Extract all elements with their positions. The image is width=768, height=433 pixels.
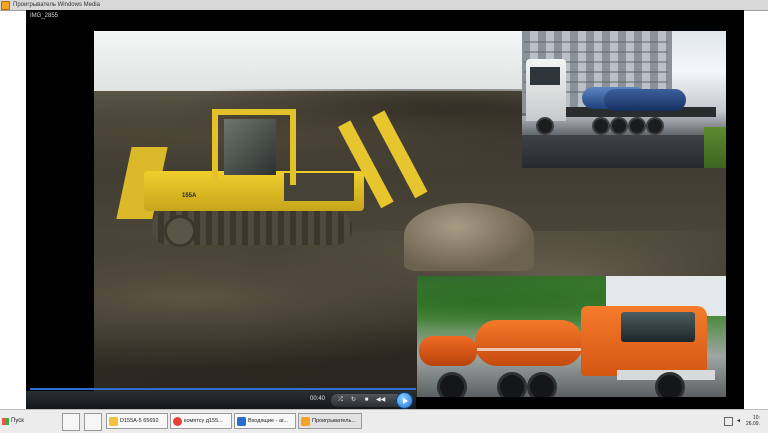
shuffle-icon[interactable]: ⤮: [337, 397, 344, 404]
bulldozer-sprocket: [164, 215, 196, 247]
media-player-icon: [301, 416, 310, 426]
tanker-windshield: [621, 312, 695, 342]
play-icon: [403, 397, 408, 404]
start-label: Пуск: [11, 418, 24, 424]
repeat-icon[interactable]: ↻: [350, 397, 357, 404]
truck-windshield: [530, 67, 560, 85]
window-title: Проигрыватель Windows Media: [13, 2, 100, 8]
fuel-tanker-photo: [417, 276, 726, 397]
taskbar-item[interactable]: Входящие - аг...: [234, 413, 296, 429]
chrome-icon: [173, 416, 182, 426]
blue-pipe: [604, 89, 686, 111]
elapsed-time: 00:40: [310, 396, 326, 402]
previous-icon[interactable]: ◀◀: [376, 397, 385, 404]
windows-flag-icon: [2, 417, 9, 425]
truck-tire: [646, 117, 664, 135]
truck-tire: [536, 117, 554, 135]
stop-icon[interactable]: ■: [363, 397, 370, 404]
pipe-truck-photo: [522, 31, 726, 168]
clock-date: 26.09.: [746, 421, 760, 427]
tanker-wheel: [497, 372, 527, 397]
truck-tire: [628, 117, 646, 135]
roadside-grass: [704, 127, 726, 168]
bulldozer: 155A: [116, 109, 428, 279]
media-player-window: IMG_2855 155A 00:40 ⤮ ↻ ■ ◀◀: [26, 10, 744, 409]
show-desktop-icon[interactable]: [62, 413, 80, 431]
truck-tire: [592, 117, 610, 135]
bulldozer-rops-frame: [212, 109, 296, 185]
taskbar-item[interactable]: D155A-5 65692: [106, 413, 168, 429]
video-display[interactable]: 155A: [94, 31, 726, 397]
fuel-tank: [475, 320, 583, 366]
taskbar-item-label: комятсу д155...: [184, 418, 223, 424]
bulldozer-model-badge: 155A: [182, 193, 197, 199]
start-button[interactable]: Пуск: [2, 413, 28, 429]
play-button[interactable]: [396, 392, 413, 409]
clay-pile: [404, 203, 534, 271]
taskbar: Пуск D155A-5 65692 комятсу д155... Входя…: [0, 409, 768, 433]
media-player-icon: [1, 0, 10, 10]
now-playing-title: IMG_2855: [30, 13, 59, 19]
folder-icon: [109, 416, 118, 426]
tanker-wheel: [655, 372, 685, 397]
tanker-wheel: [437, 372, 467, 397]
playback-controls: 00:40 ⤮ ↻ ■ ◀◀: [26, 391, 416, 409]
tanker-wheel: [527, 372, 557, 397]
tank-stripe: [477, 348, 581, 351]
network-icon[interactable]: [724, 416, 733, 426]
seek-bar[interactable]: [30, 388, 416, 390]
road: [522, 135, 726, 168]
taskbar-item-label: D155A-5 65692: [120, 418, 159, 424]
truck-tire: [610, 117, 628, 135]
system-tray: ◄ 10: 26.09.: [724, 413, 768, 429]
outlook-icon: [237, 416, 246, 426]
taskbar-item-label: Проигрыватель...: [312, 418, 356, 424]
volume-icon[interactable]: ◄: [736, 418, 743, 425]
clock[interactable]: 10: 26.09.: [746, 415, 760, 427]
taskbar-item[interactable]: комятсу д155...: [170, 413, 232, 429]
taskbar-item-label: Входящие - аг...: [248, 418, 288, 424]
tanker-trailer: [419, 336, 477, 366]
taskbar-item-active[interactable]: Проигрыватель...: [298, 413, 362, 429]
quick-launch-icon[interactable]: [84, 413, 102, 431]
